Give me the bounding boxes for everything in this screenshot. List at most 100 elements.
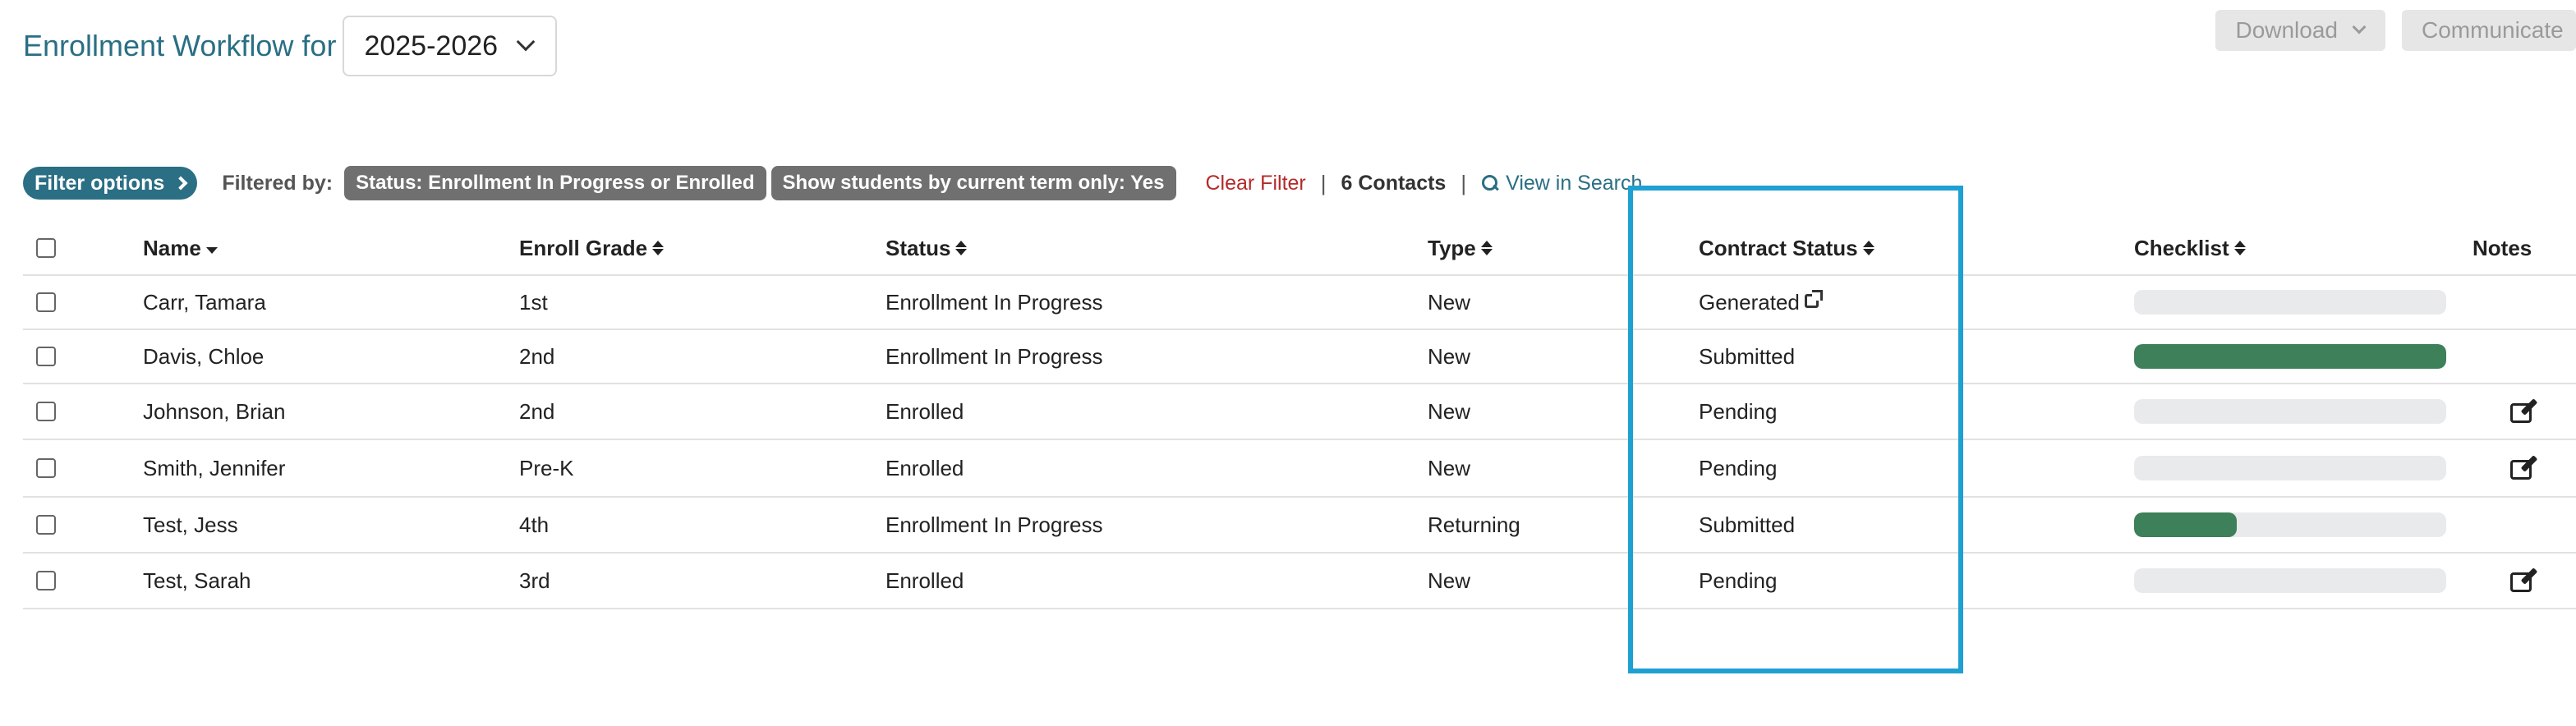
contract-status: Generated bbox=[1699, 289, 1800, 315]
row-checkbox[interactable] bbox=[36, 347, 56, 366]
checklist-progress-bar[interactable] bbox=[2134, 399, 2446, 424]
column-header-type-label: Type bbox=[1428, 235, 1476, 260]
checklist-cell bbox=[2134, 276, 2446, 329]
checklist-cell bbox=[2134, 440, 2446, 496]
row-select-cell bbox=[36, 554, 56, 608]
enrollment-status: Enrollment In Progress bbox=[886, 289, 1103, 315]
table-row[interactable]: Smith, Jennifer Pre-K Enrolled New Pending bbox=[23, 440, 2576, 498]
page-header: Enrollment Workflow for 2025-2026 bbox=[23, 15, 558, 77]
enrollment-type: New bbox=[1428, 455, 1471, 480]
row-select-cell bbox=[36, 330, 56, 383]
contract-status: Submitted bbox=[1699, 343, 1796, 369]
table-row[interactable]: Carr, Tamara 1st Enrollment In Progress New… bbox=[23, 276, 2576, 330]
external-link-icon[interactable] bbox=[1804, 290, 1823, 308]
view-in-search-label: View in Search bbox=[1506, 171, 1643, 195]
filter-chip-status[interactable]: Status: Enrollment In Progress or Enroll… bbox=[344, 166, 766, 200]
table-row[interactable]: Test, Jess 4th Enrollment In Progress Retur… bbox=[23, 498, 2576, 554]
column-header-grade[interactable]: Enroll Grade bbox=[519, 222, 665, 274]
filter-options-button[interactable]: Filter options bbox=[23, 167, 198, 200]
download-button[interactable]: Download bbox=[2215, 10, 2385, 51]
edit-note-icon[interactable] bbox=[2510, 455, 2538, 480]
sort-descending-icon bbox=[205, 247, 218, 254]
checklist-cell bbox=[2134, 384, 2446, 439]
enroll-grade: 2nd bbox=[519, 343, 555, 369]
enrollment-status: Enrolled bbox=[886, 567, 964, 593]
filter-bar: Filter options Filtered by: Status: Enro… bbox=[23, 164, 1642, 202]
sort-icon bbox=[2233, 241, 2246, 255]
column-header-contract-label: Contract Status bbox=[1699, 235, 1858, 260]
row-select-cell bbox=[36, 276, 56, 329]
enrollment-type: New bbox=[1428, 398, 1471, 424]
checklist-progress-bar[interactable] bbox=[2134, 512, 2446, 537]
student-name[interactable]: Johnson, Brian bbox=[143, 384, 285, 439]
year-select[interactable]: 2025-2026 bbox=[343, 16, 558, 76]
student-name[interactable]: Test, Jess bbox=[143, 498, 238, 552]
notes-cell bbox=[2472, 276, 2510, 329]
checklist-progress-bar[interactable] bbox=[2134, 344, 2446, 369]
communicate-button[interactable]: Communicate bbox=[2402, 10, 2576, 51]
table-row[interactable]: Davis, Chloe 2nd Enrollment In Progress New… bbox=[23, 330, 2576, 384]
view-in-search-link[interactable]: View in Search bbox=[1481, 172, 1642, 195]
notes-cell bbox=[2472, 384, 2538, 439]
student-name[interactable]: Davis, Chloe bbox=[143, 330, 264, 383]
enrollment-status: Enrollment In Progress bbox=[886, 343, 1103, 369]
row-select-cell bbox=[36, 384, 56, 439]
column-header-grade-label: Enroll Grade bbox=[519, 235, 648, 260]
checklist-progress-bar[interactable] bbox=[2134, 290, 2446, 315]
table-body: Carr, Tamara 1st Enrollment In Progress New… bbox=[23, 276, 2576, 609]
sort-icon bbox=[955, 241, 968, 255]
enroll-grade: Pre-K bbox=[519, 455, 574, 480]
checklist-progress-fill bbox=[2134, 344, 2446, 369]
year-select-value: 2025-2026 bbox=[364, 30, 499, 62]
column-header-name[interactable]: Name bbox=[143, 222, 218, 274]
sort-icon bbox=[1862, 241, 1874, 255]
enrollment-status: Enrolled bbox=[886, 455, 964, 480]
checklist-progress-fill bbox=[2134, 512, 2238, 537]
notes-cell bbox=[2472, 498, 2510, 552]
select-all-cell bbox=[36, 222, 56, 274]
student-name[interactable]: Carr, Tamara bbox=[143, 276, 266, 329]
column-header-status[interactable]: Status bbox=[886, 222, 968, 274]
notes-cell bbox=[2472, 330, 2510, 383]
table-row[interactable]: Johnson, Brian 2nd Enrolled New Pending bbox=[23, 384, 2576, 440]
row-checkbox[interactable] bbox=[36, 571, 56, 590]
row-select-cell bbox=[36, 440, 56, 496]
checklist-progress-bar[interactable] bbox=[2134, 456, 2446, 480]
column-header-checklist[interactable]: Checklist bbox=[2134, 222, 2246, 274]
table-header-row: Name Enroll Grade Status Type Contract S… bbox=[23, 222, 2576, 276]
enroll-grade: 2nd bbox=[519, 398, 555, 424]
sort-icon bbox=[652, 241, 665, 255]
row-checkbox[interactable] bbox=[36, 292, 56, 312]
table-row[interactable]: Test, Sarah 3rd Enrolled New Pending bbox=[23, 554, 2576, 609]
contract-status-cell: Generated bbox=[1699, 276, 1823, 329]
row-select-cell bbox=[36, 498, 56, 552]
divider: | bbox=[1320, 170, 1327, 195]
edit-note-icon[interactable] bbox=[2510, 567, 2538, 593]
row-checkbox[interactable] bbox=[36, 515, 56, 535]
student-name[interactable]: Smith, Jennifer bbox=[143, 440, 285, 496]
download-label: Download bbox=[2235, 17, 2338, 43]
contract-status-cell: Pending bbox=[1699, 554, 1777, 608]
filter-chip-term[interactable]: Show students by current term only: Yes bbox=[770, 166, 1176, 200]
checklist-progress-bar[interactable] bbox=[2134, 568, 2446, 593]
contract-status: Submitted bbox=[1699, 512, 1796, 537]
clear-filter-link[interactable]: Clear Filter bbox=[1206, 172, 1306, 195]
column-header-name-label: Name bbox=[143, 235, 201, 260]
contract-status: Pending bbox=[1699, 567, 1778, 593]
communicate-label: Communicate bbox=[2422, 17, 2564, 43]
checklist-cell bbox=[2134, 498, 2446, 552]
select-all-checkbox[interactable] bbox=[36, 238, 56, 258]
contract-status-cell: Pending bbox=[1699, 384, 1777, 439]
divider: | bbox=[1460, 170, 1467, 195]
row-checkbox[interactable] bbox=[36, 402, 56, 421]
row-checkbox[interactable] bbox=[36, 458, 56, 478]
column-header-contract-status[interactable]: Contract Status bbox=[1699, 222, 1874, 274]
enrollment-table: Name Enroll Grade Status Type Contract S… bbox=[23, 222, 2576, 609]
contract-status-cell: Pending bbox=[1699, 440, 1777, 496]
edit-note-icon[interactable] bbox=[2510, 398, 2538, 424]
chevron-right-icon bbox=[173, 176, 188, 191]
column-header-type[interactable]: Type bbox=[1428, 222, 1493, 274]
column-header-notes: Notes bbox=[2472, 222, 2532, 274]
column-header-notes-label: Notes bbox=[2472, 235, 2532, 260]
student-name[interactable]: Test, Sarah bbox=[143, 554, 251, 608]
